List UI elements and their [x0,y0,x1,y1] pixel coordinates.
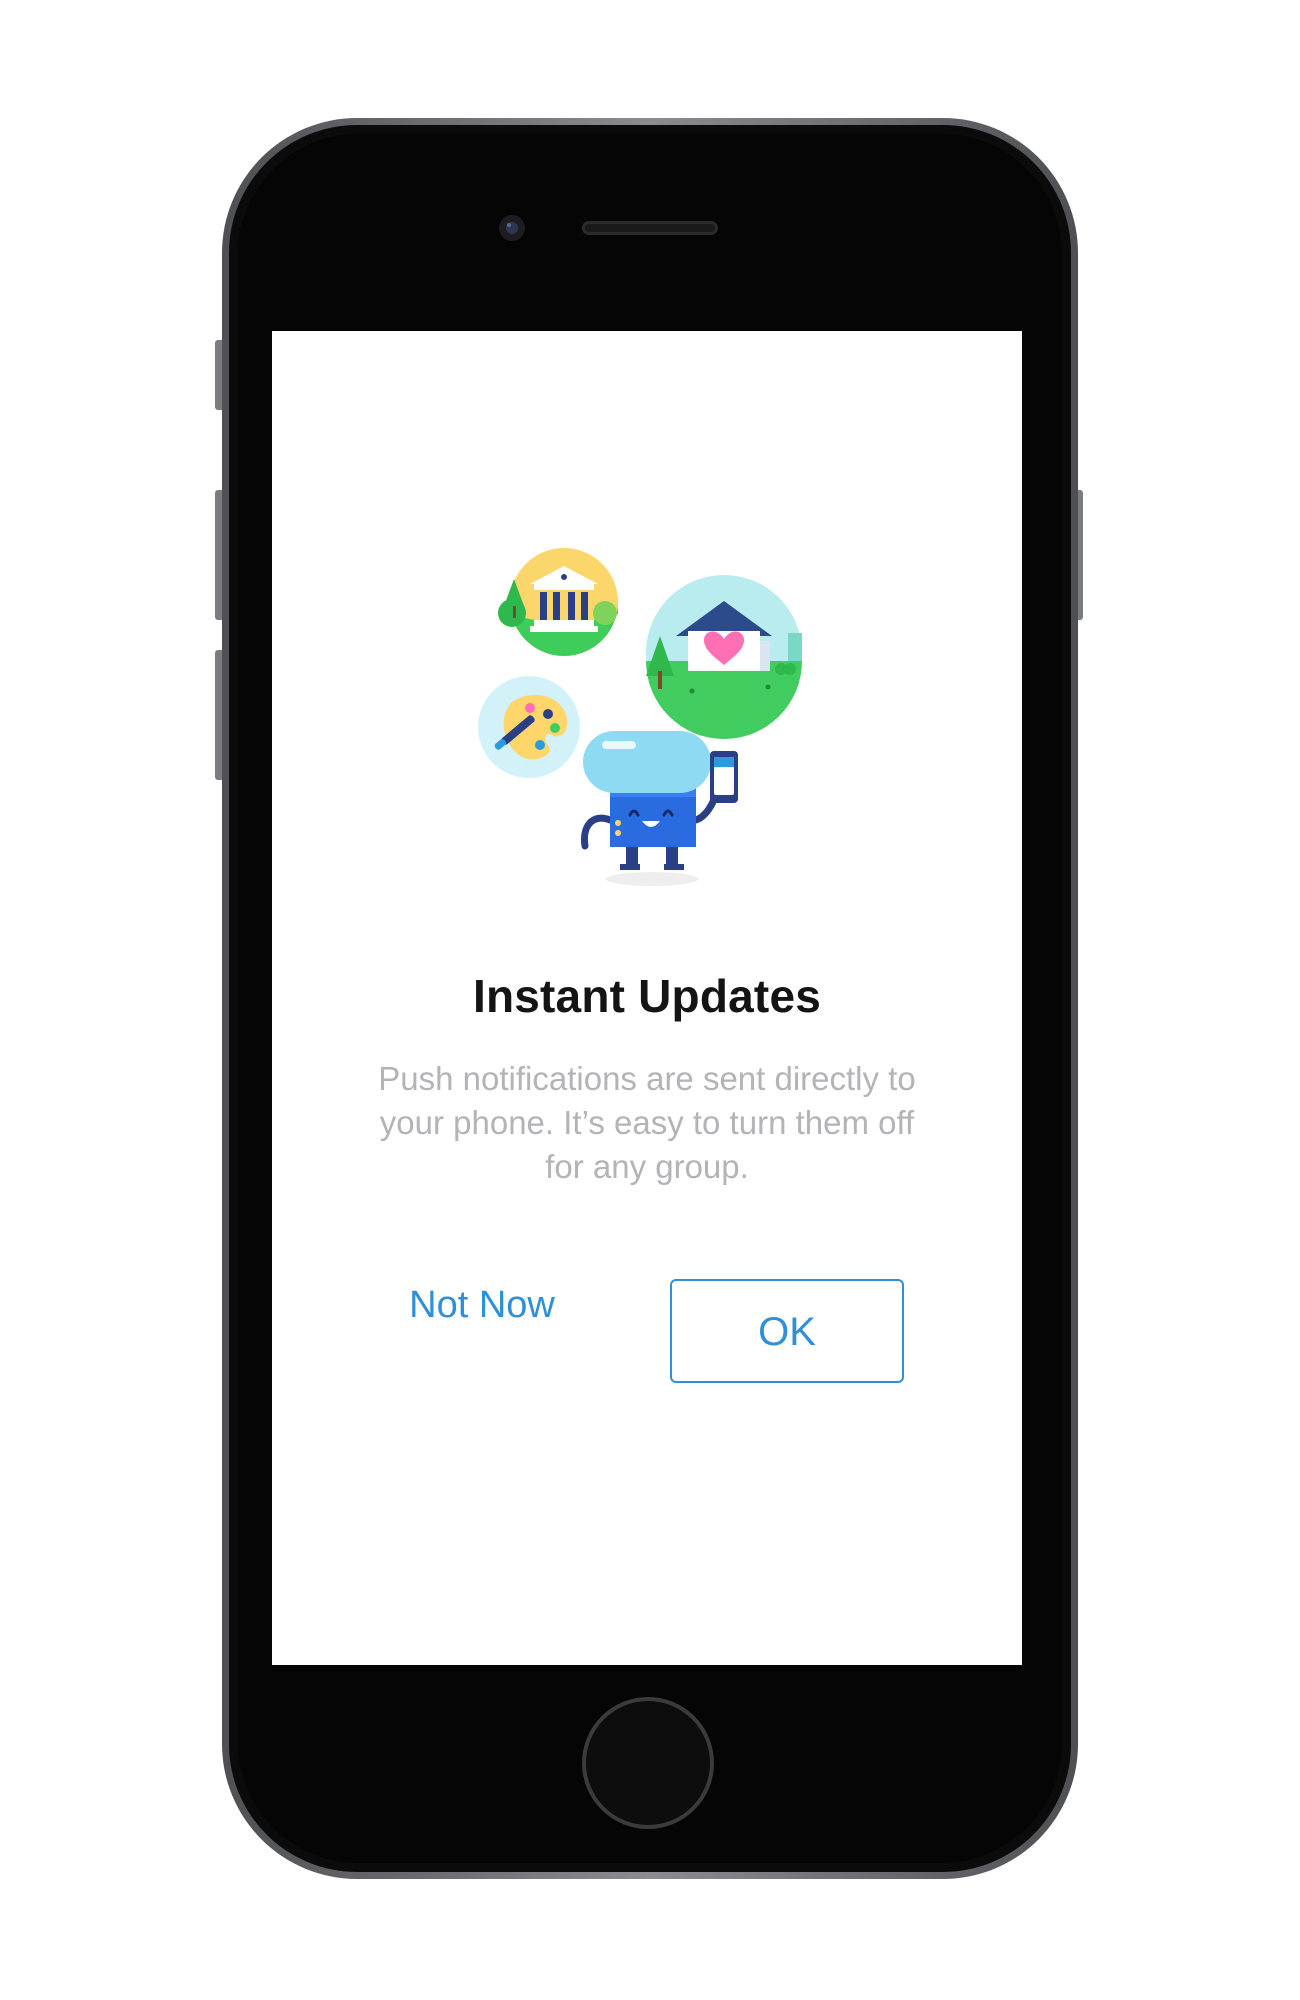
ok-button[interactable]: OK [670,1279,904,1383]
paint-palette-icon [478,676,580,778]
home-heart-icon [646,575,802,739]
notifications-illustration [478,548,802,886]
robot-mascot-icon [580,731,738,886]
mockup-stage: Instant Updates Push notifications are s… [0,0,1300,2000]
museum-icon [498,548,618,656]
not-now-button[interactable]: Not Now [382,1276,582,1332]
dialog-title: Instant Updates [472,970,822,1022]
dialog-message: Push notifications are sent directly to … [378,1060,916,1185]
home-button[interactable] [582,1697,714,1829]
app-screen: Instant Updates Push notifications are s… [272,331,1022,1665]
